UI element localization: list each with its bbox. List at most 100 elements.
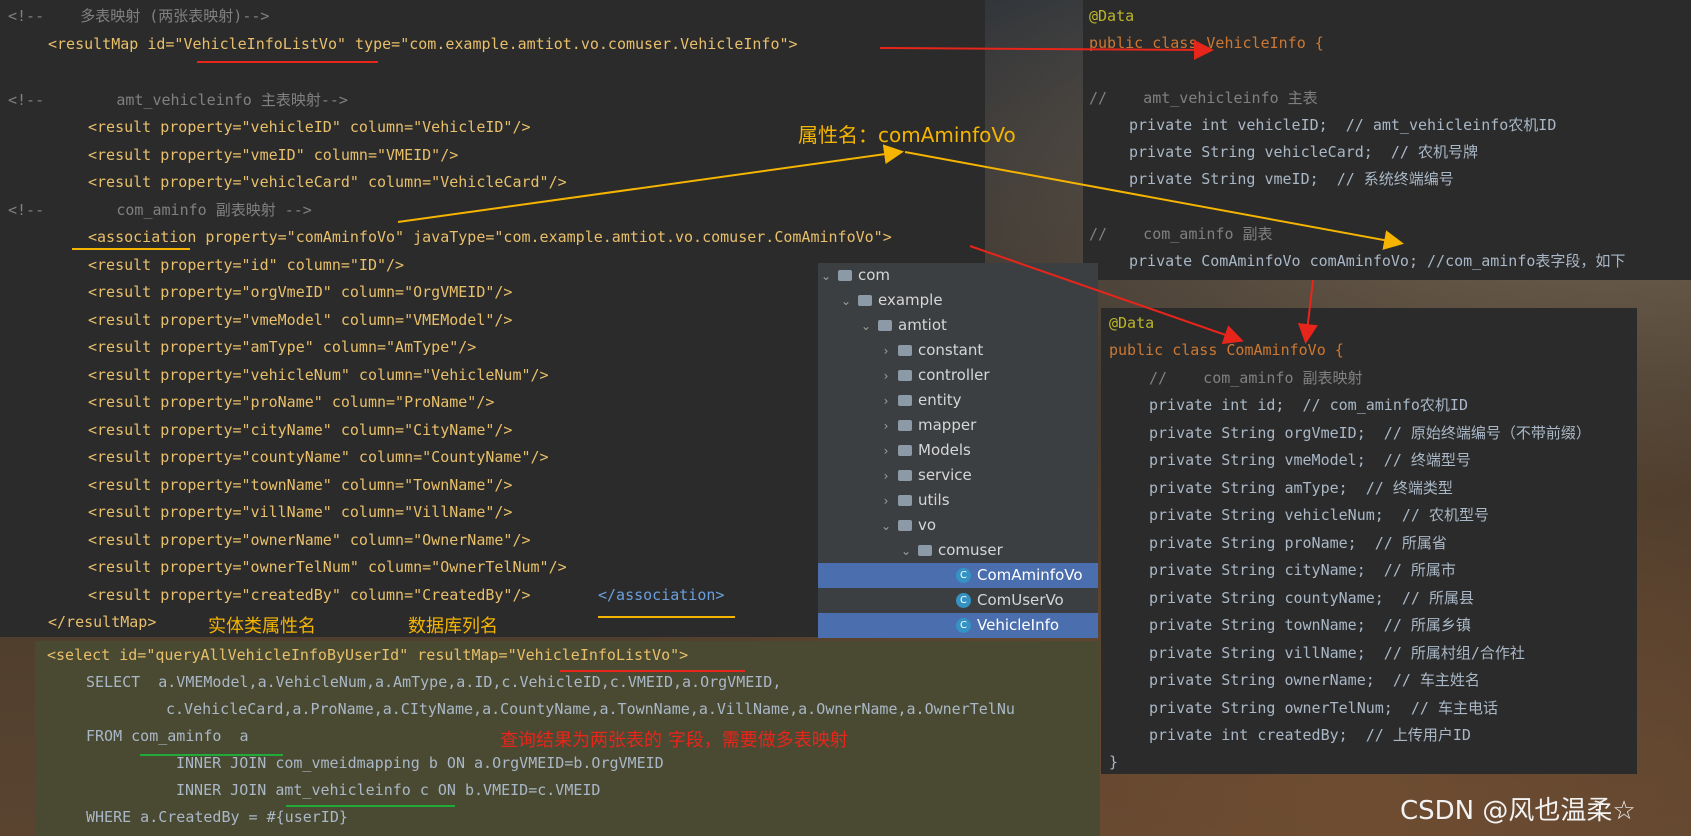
xml-line-association-open: <association property="comAminfoVo" java…: [88, 228, 892, 246]
sql-line: SELECT a.VMEModel,a.VehicleNum,a.AmType,…: [86, 673, 782, 691]
xml-line-result: <result property="ownerName" column="Own…: [88, 531, 531, 549]
folder-icon: [898, 395, 912, 406]
csdn-watermark: CSDN @风也温柔☆: [1400, 796, 1636, 826]
xml-line-result: <result property="townName" column="Town…: [88, 476, 513, 494]
tree-item-comaminfovo[interactable]: C ComAminfoVo: [818, 563, 1098, 588]
tree-item-example[interactable]: ⌄ example: [818, 288, 1120, 313]
xml-line-result: <result property="createdBy" column="Cre…: [88, 586, 531, 604]
vehicleinfo-field: private String vmeID; // 系统终端编号: [1129, 170, 1454, 188]
sql-line: INNER JOIN com_vmeidmapping b ON a.OrgVM…: [176, 754, 664, 772]
project-tree[interactable]: ⌄ com ⌄ example ⌄ amtiot › constant › control…: [818, 263, 1100, 638]
class-icon: C: [956, 568, 971, 583]
property-name-note: 属性名：comAminfoVo: [798, 123, 1016, 147]
folder-icon: [898, 470, 912, 481]
xml-line-result: <result property="amType" column="AmType…: [88, 338, 477, 356]
xml-line-result: <result property="ownerTelNum" column="O…: [88, 558, 567, 576]
comaminfovo-field: private String townName; // 所属乡镇: [1149, 616, 1471, 634]
comaminfovo-field: private String villName; // 所属村组/合作社: [1149, 644, 1525, 662]
tree-item-comuservo[interactable]: C ComUserVo: [818, 588, 1098, 613]
xml-line-result: <result property="orgVmeID" column="OrgV…: [88, 283, 513, 301]
xml-line-comment-multi: <!-- 多表映射 (两张表映射)-->: [8, 7, 270, 25]
xml-line-result: <result property="cityName" column="City…: [88, 421, 513, 439]
chevron-right-icon[interactable]: ›: [880, 414, 892, 439]
xml-line-result: <result property="proName" column="ProNa…: [88, 393, 495, 411]
chevron-right-icon[interactable]: ›: [880, 464, 892, 489]
tree-item-amtiot[interactable]: ⌄ amtiot: [818, 313, 1140, 338]
folder-icon: [898, 520, 912, 531]
folder-icon: [898, 495, 912, 506]
chevron-down-icon[interactable]: ⌄: [900, 539, 912, 564]
folder-icon: [898, 370, 912, 381]
tree-item-comuser[interactable]: ⌄ comuser: [818, 538, 1180, 563]
xml-line-comment-main: <!-- amt_vehicleinfo 主表映射-->: [8, 91, 348, 109]
folder-icon: [858, 295, 872, 306]
xml-line-resultmap-open: <resultMap id="VehicleInfoListVo" type="…: [48, 35, 798, 53]
comaminfovo-field: private String cityName; // 所属市: [1149, 561, 1456, 579]
xml-line-resultmap-close: </resultMap>: [48, 613, 157, 631]
comaminfovo-field: private String ownerName; // 车主姓名: [1149, 671, 1480, 689]
comaminfovo-field: private String amType; // 终端类型: [1149, 479, 1453, 497]
comaminfovo-field: private String proName; // 所属省: [1149, 534, 1447, 552]
folder-icon: [838, 270, 852, 281]
entity-field-name-note: 实体类属性名: [208, 616, 316, 637]
class-icon: C: [956, 618, 971, 633]
sql-line: FROM com_aminfo a: [86, 727, 249, 745]
chevron-right-icon[interactable]: ›: [880, 364, 892, 389]
tree-item-mapper[interactable]: › mapper: [818, 413, 1160, 438]
comaminfovo-editor-pane[interactable]: @Data public class ComAminfoVo { // com_…: [1101, 308, 1637, 774]
query-result-note: 查询结果为两张表的 字段，需要做多表映射: [500, 730, 848, 751]
tree-item-service[interactable]: › service: [818, 463, 1160, 488]
folder-icon: [918, 545, 932, 556]
comaminfovo-comment: // com_aminfo 副表映射: [1149, 369, 1363, 387]
vehicleinfo-class-decl: public class VehicleInfo {: [1089, 34, 1324, 52]
vehicleinfo-annotation: @Data: [1089, 7, 1135, 25]
xml-line-association-close: </association>: [598, 586, 725, 604]
tree-item-vo[interactable]: ⌄ vo: [818, 513, 1160, 538]
comaminfovo-field: private String orgVmeID; // 原始终端编号（不带前缀）: [1149, 424, 1591, 442]
chevron-right-icon[interactable]: ›: [880, 389, 892, 414]
xml-line-result: <result property="vehicleID" column="Veh…: [88, 118, 531, 136]
chevron-right-icon[interactable]: ›: [880, 339, 892, 364]
xml-line-result: <result property="vehicleNum" column="Ve…: [88, 366, 549, 384]
chevron-right-icon[interactable]: ›: [880, 489, 892, 514]
chevron-down-icon[interactable]: ⌄: [860, 314, 872, 339]
sql-line: INNER JOIN amt_vehicleinfo c ON b.VMEID=…: [176, 781, 601, 799]
comaminfovo-field: private int createdBy; // 上传用户ID: [1149, 726, 1471, 744]
folder-icon: [878, 320, 892, 331]
xml-line-comment-sub: <!-- com_aminfo 副表映射 -->: [8, 201, 312, 219]
class-icon: C: [956, 593, 971, 608]
comaminfovo-field: private String vehicleNum; // 农机型号: [1149, 506, 1489, 524]
tree-item-controller[interactable]: › controller: [818, 363, 1160, 388]
sql-line: c.VehicleCard,a.ProName,a.CItyName,a.Cou…: [166, 700, 1015, 718]
tree-item-models[interactable]: › Models: [818, 438, 1160, 463]
vehicleinfo-field: private int vehicleID; // amt_vehicleinf…: [1129, 116, 1557, 134]
vehicleinfo-comment-main: // amt_vehicleinfo 主表: [1089, 89, 1318, 107]
tree-item-entity[interactable]: › entity: [818, 388, 1160, 413]
comaminfovo-field: private String ownerTelNum; // 车主电话: [1149, 699, 1498, 717]
db-column-name-note: 数据库列名: [408, 616, 498, 637]
vehicleinfo-field-comaminfo: private ComAminfoVo comAminfoVo; //com_a…: [1129, 252, 1626, 270]
vehicleinfo-editor-pane[interactable]: @Data public class VehicleInfo { // amt_…: [1083, 0, 1691, 280]
xml-line-result: <result property="vmeModel" column="VMEM…: [88, 311, 513, 329]
tree-item-com[interactable]: ⌄ com: [818, 263, 1100, 288]
tree-item-constant[interactable]: › constant: [818, 338, 1160, 363]
tree-item-utils[interactable]: › utils: [818, 488, 1160, 513]
comaminfovo-class-close: }: [1109, 753, 1119, 771]
vehicleinfo-comment-sub: // com_aminfo 副表: [1089, 225, 1273, 243]
sql-line: WHERE a.CreatedBy = #{userID}: [86, 808, 348, 826]
chevron-right-icon[interactable]: ›: [880, 439, 892, 464]
chevron-down-icon[interactable]: ⌄: [840, 289, 852, 314]
chevron-down-icon[interactable]: ⌄: [820, 264, 832, 289]
chevron-down-icon[interactable]: ⌄: [880, 514, 892, 539]
xml-line-result: <result property="villName" column="Vill…: [88, 503, 513, 521]
xml-line-result: <result property="vmeID" column="VMEID"/…: [88, 146, 459, 164]
xml-line-result: <result property="id" column="ID"/>: [88, 256, 405, 274]
tree-item-vehicleinfo[interactable]: C VehicleInfo: [818, 613, 1098, 638]
folder-icon: [898, 345, 912, 356]
comaminfovo-field: private String countyName; // 所属县: [1149, 589, 1474, 607]
sql-line-select-open: <select id="queryAllVehicleInfoByUserId"…: [47, 646, 689, 664]
xml-line-result: <result property="countyName" column="Co…: [88, 448, 549, 466]
folder-icon: [898, 420, 912, 431]
xml-line-result: <result property="vehicleCard" column="V…: [88, 173, 567, 191]
comaminfovo-field: private int id; // com_aminfo农机ID: [1149, 396, 1468, 414]
